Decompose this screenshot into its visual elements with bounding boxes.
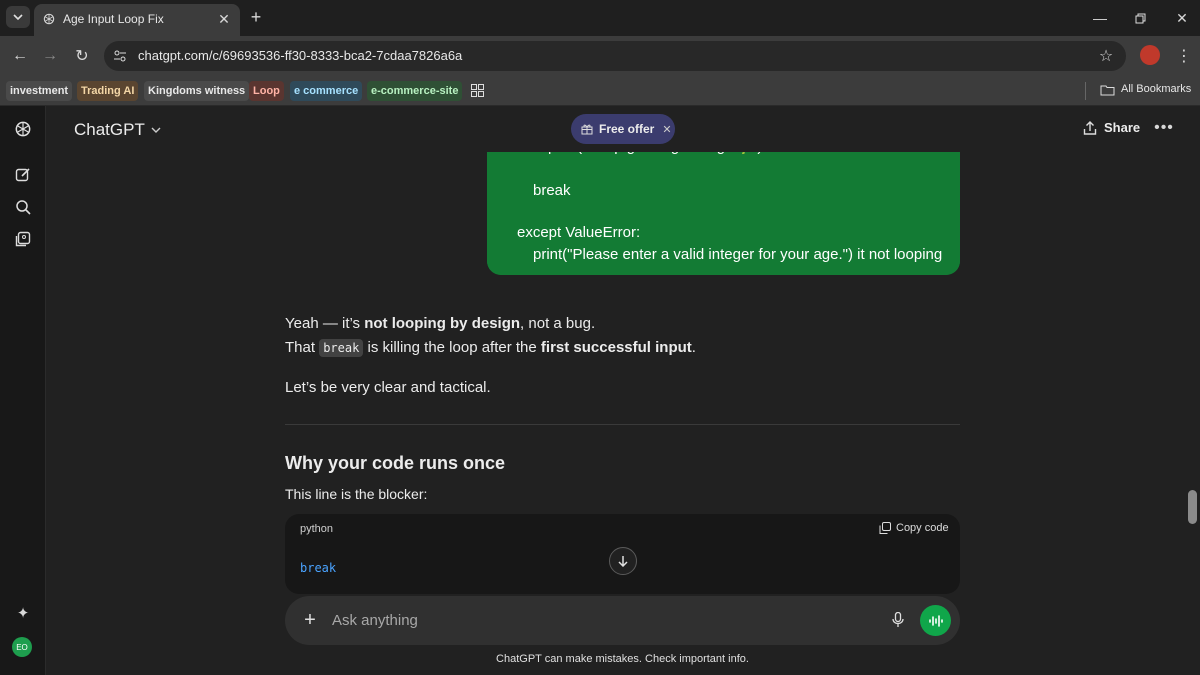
bookmark-e-commerce-site[interactable]: e-commerce-site [367, 81, 463, 101]
user-message-lower-text: except ValueError: print("Please enter a… [487, 220, 960, 275]
assistant-paragraph-1: Yeah — it’s not looping by design, not a… [285, 315, 595, 332]
active-tab[interactable]: Age Input Loop Fix ✕ [34, 4, 240, 36]
bookmark-investment[interactable]: investment [6, 81, 73, 101]
close-offer-icon[interactable]: ✕ [662, 123, 671, 136]
user-message-line: except ValueError: [517, 224, 641, 241]
reload-icon[interactable]: ↻ [72, 46, 92, 66]
tab-search-chevron-icon[interactable] [6, 6, 30, 28]
bookmark-kingdoms-witness[interactable]: Kingdoms witness [144, 81, 250, 101]
browser-toolbar: ← → ↻ chatgpt.com/c/69693536-ff30-8333-b… [0, 36, 1200, 76]
free-offer-button[interactable]: Free offer ✕ [571, 114, 675, 144]
tab-title: Age Input Loop Fix [63, 12, 164, 26]
forward-icon[interactable]: → [40, 46, 60, 66]
scroll-down-button[interactable] [609, 547, 637, 575]
bookmark-trading-ai[interactable]: Trading AI [77, 81, 139, 101]
bold-segment: first successful input [540, 339, 692, 356]
prompt-input[interactable]: Ask anything [332, 612, 418, 629]
arrow-down-icon [618, 556, 628, 567]
chat-header: ChatGPT Free offer ✕ Share ••• [46, 106, 1200, 152]
voice-mode-button[interactable] [920, 605, 951, 636]
share-icon [1083, 120, 1097, 135]
chevron-down-icon [151, 127, 161, 133]
search-chats-icon[interactable] [13, 197, 33, 217]
inline-code: break [319, 339, 364, 357]
chatgpt-favicon-icon [42, 12, 56, 26]
assistant-paragraph-2: That break is killing the loop after the… [285, 339, 696, 357]
section-heading: Why your code runs once [285, 453, 506, 473]
minimize-icon[interactable]: — [1090, 8, 1110, 28]
folder-icon [1099, 83, 1115, 97]
address-bar[interactable]: chatgpt.com/c/69693536-ff30-8333-bca2-7c… [104, 41, 1126, 71]
bookmark-loop[interactable]: Loop [249, 81, 284, 101]
copy-code-label: Copy code [896, 522, 949, 534]
text-segment: That [285, 339, 320, 356]
assistant-paragraph-4: This line is the blocker: [285, 486, 428, 502]
all-bookmarks-link[interactable]: All Bookmarks [1121, 83, 1191, 95]
text-segment: is killing the loop after the [363, 339, 541, 356]
back-icon[interactable]: ← [10, 46, 30, 66]
free-offer-label: Free offer [599, 122, 655, 136]
share-label: Share [1104, 120, 1141, 135]
chatgpt-app: ✦ EO ChatGPT Free offer ✕ Share ••• prin… [0, 106, 1200, 675]
more-options-icon[interactable]: ••• [1154, 118, 1174, 138]
composer: + Ask anything [285, 596, 960, 645]
section-divider [285, 424, 960, 425]
bookmarks-divider [1085, 82, 1086, 100]
scrollbar-thumb[interactable] [1188, 490, 1197, 524]
disclaimer-text: ChatGPT can make mistakes. Check importa… [496, 653, 749, 665]
restore-icon[interactable] [1130, 8, 1150, 28]
bookmarks-bar: investment Trading AI Kingdoms witness L… [0, 76, 1200, 106]
copy-code-button[interactable]: Copy code [879, 522, 949, 534]
share-button[interactable]: Share [1083, 120, 1140, 135]
model-label: ChatGPT [74, 120, 145, 139]
user-message-line: break [533, 182, 571, 199]
text-segment: Yeah — it’s [285, 315, 365, 332]
close-tab-icon[interactable]: ✕ [216, 11, 232, 27]
model-selector[interactable]: ChatGPT [74, 120, 161, 140]
browser-menu-icon[interactable]: ⋮ [1176, 46, 1192, 66]
microphone-icon[interactable] [888, 610, 908, 630]
new-chat-icon[interactable] [13, 165, 33, 185]
code-language-label: python [300, 523, 334, 535]
close-window-icon[interactable]: ✕ [1172, 8, 1192, 28]
bookmark-star-icon[interactable]: ☆ [1096, 46, 1116, 66]
browser-tab-bar: Age Input Loop Fix ✕ + — ✕ [0, 0, 1200, 36]
bold-segment: not looping by design [364, 315, 521, 332]
sidebar-rail: ✦ EO [0, 106, 46, 675]
url-text: chatgpt.com/c/69693536-ff30-8333-bca2-7c… [138, 48, 463, 63]
gift-icon [581, 124, 593, 135]
text-segment: . [691, 339, 696, 356]
assistant-paragraph-3: Let’s be very clear and tactical. [285, 379, 491, 396]
library-images-icon[interactable] [13, 229, 33, 249]
site-settings-icon[interactable] [112, 48, 128, 64]
scrollbar-track [1186, 106, 1200, 675]
code-text: break [300, 561, 337, 575]
voice-waveform-icon [928, 614, 943, 627]
profile-avatar[interactable] [1140, 45, 1160, 65]
text-segment: , not a bug. [520, 315, 596, 332]
new-tab-icon[interactable]: + [247, 7, 265, 27]
apps-grid-icon[interactable] [469, 82, 485, 98]
explore-sparkle-icon[interactable]: ✦ [13, 603, 33, 623]
copy-icon [879, 522, 891, 534]
user-message-line: print("Please enter a valid integer for … [533, 246, 943, 263]
openai-logo-icon[interactable] [12, 118, 34, 140]
attach-plus-icon[interactable]: + [299, 609, 321, 631]
bookmark-e-commerce[interactable]: e commerce [290, 81, 363, 101]
